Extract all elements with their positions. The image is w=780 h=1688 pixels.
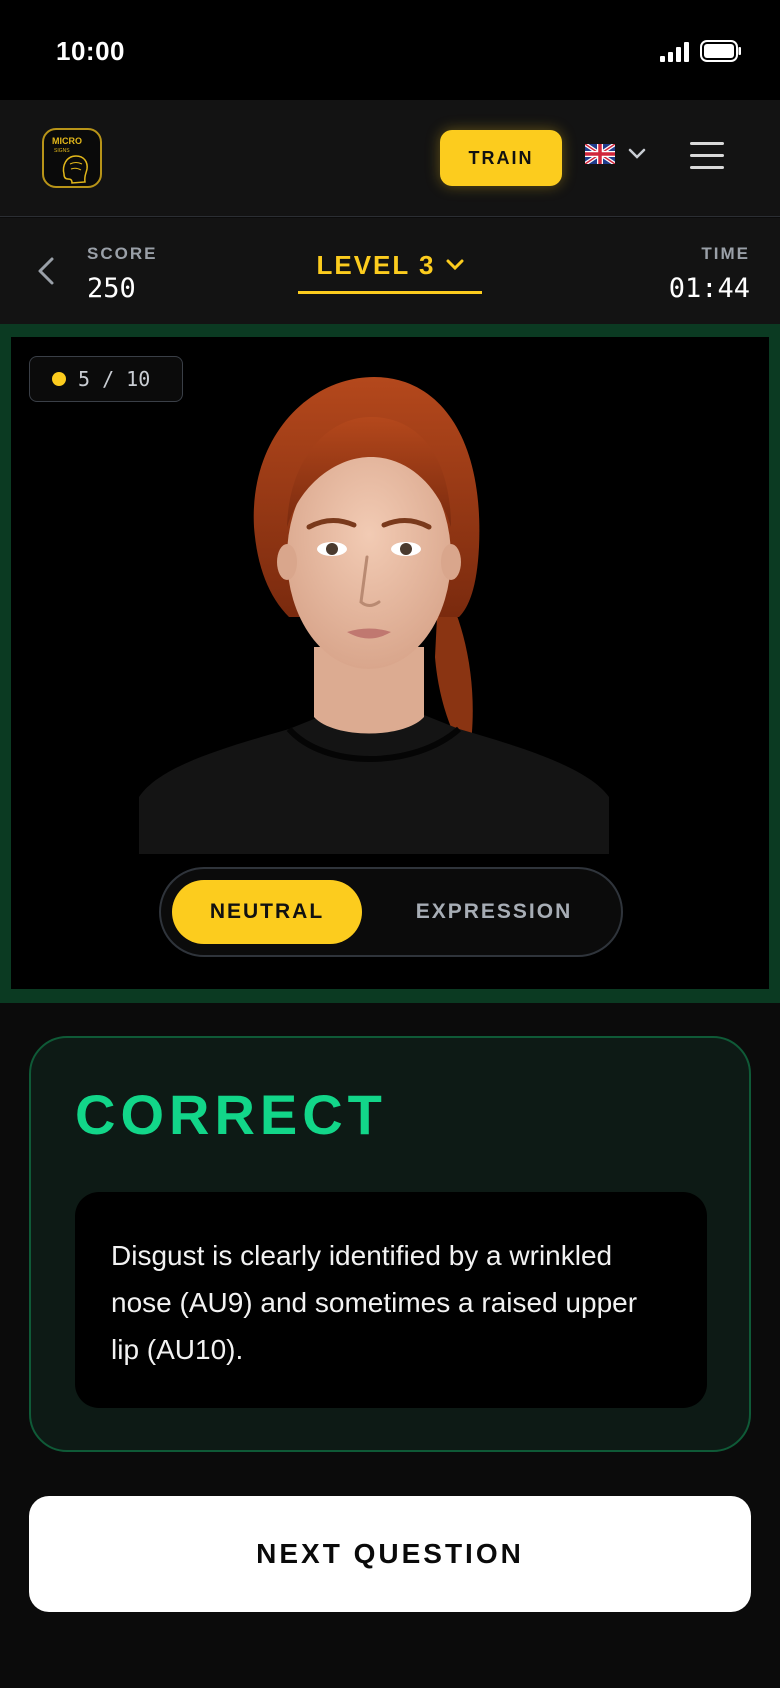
chevron-down-icon bbox=[446, 259, 463, 271]
progress-dot-icon bbox=[52, 372, 66, 386]
neutral-toggle[interactable]: NEUTRAL bbox=[172, 880, 362, 944]
next-question-button[interactable]: NEXT QUESTION bbox=[29, 1496, 751, 1612]
time-value: 01:44 bbox=[668, 273, 750, 304]
status-time: 10:00 bbox=[56, 36, 125, 66]
score-value: 250 bbox=[87, 273, 136, 304]
question-frame: 5 / 10 NEUTRAL EXPRESSION bbox=[0, 324, 780, 1003]
photo-area: 5 / 10 NEUTRAL EXPRESSION bbox=[11, 337, 769, 989]
result-card: CORRECT Disgust is clearly identified by… bbox=[29, 1036, 751, 1452]
app-logo[interactable]: MICRO SIGNS bbox=[42, 128, 102, 188]
time-label: TIME bbox=[701, 244, 750, 263]
result-title: CORRECT bbox=[75, 1083, 387, 1146]
face-portrait bbox=[139, 377, 609, 854]
train-button[interactable]: TRAIN bbox=[440, 130, 562, 186]
score-label: SCORE bbox=[87, 244, 158, 263]
expression-toggle[interactable]: EXPRESSION bbox=[375, 880, 613, 944]
gb-flag-icon[interactable] bbox=[585, 144, 615, 164]
logo-text: MICRO bbox=[52, 136, 82, 146]
hamburger-menu-icon[interactable] bbox=[690, 142, 724, 170]
level-selector[interactable]: LEVEL 3 bbox=[298, 250, 482, 294]
app-header: MICRO SIGNS TRAIN bbox=[0, 100, 780, 217]
status-bar: 10:00 bbox=[0, 0, 780, 100]
battery-icon bbox=[700, 40, 741, 62]
score-bar: SCORE 250 LEVEL 3 TIME 01:44 bbox=[0, 218, 780, 324]
head-icon bbox=[62, 155, 88, 184]
signal-icon bbox=[660, 42, 689, 62]
back-chevron-icon[interactable] bbox=[36, 256, 56, 286]
view-toggle: NEUTRAL EXPRESSION bbox=[159, 867, 623, 957]
result-explanation: Disgust is clearly identified by a wrink… bbox=[75, 1192, 707, 1408]
level-label: LEVEL 3 bbox=[316, 250, 436, 280]
chevron-down-icon[interactable] bbox=[628, 148, 646, 160]
